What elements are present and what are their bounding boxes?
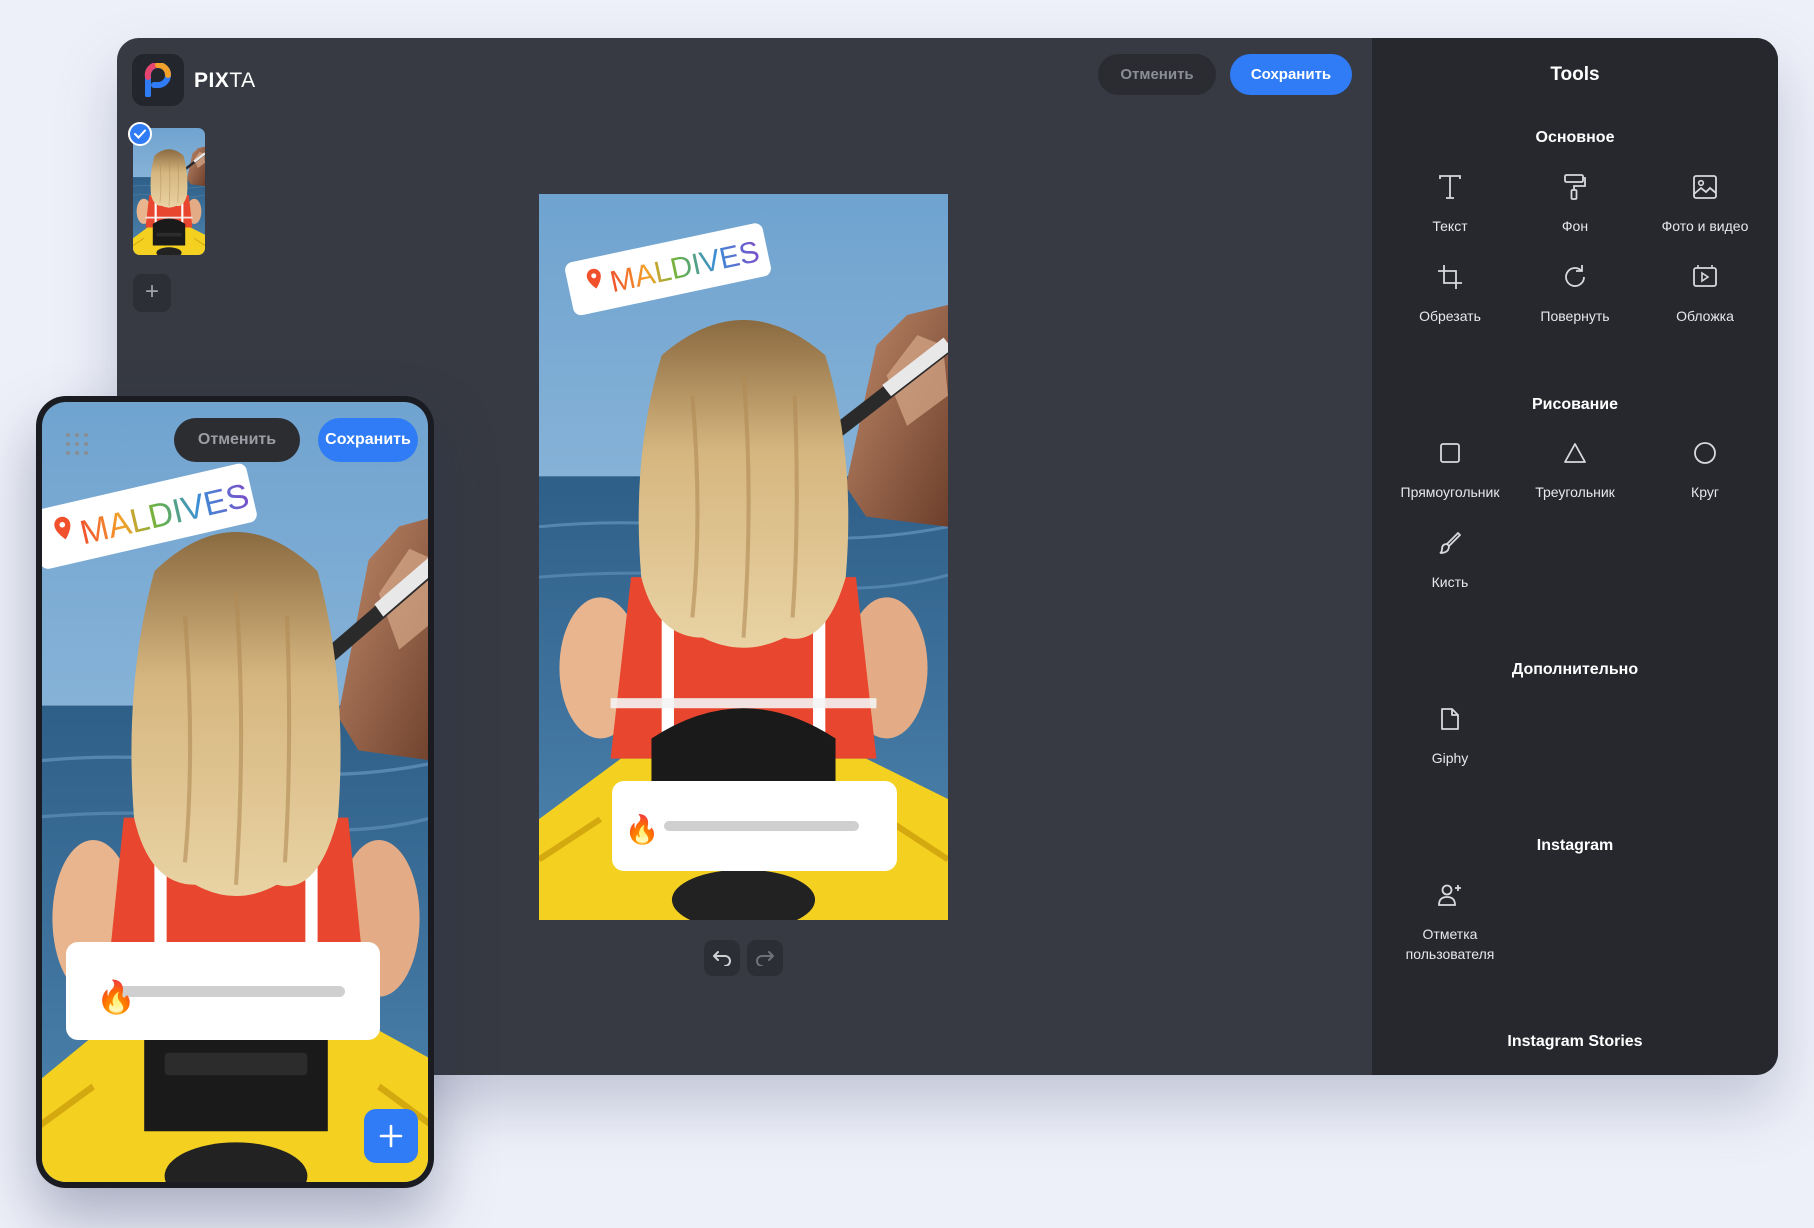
tool-brush[interactable]: Кисть (1385, 528, 1515, 592)
paint-roller-icon (1564, 174, 1586, 200)
crop-icon (1438, 265, 1462, 289)
tools-panel: Tools Основное Текст Фон Фото и видео Об… (1372, 38, 1778, 1075)
text-icon (1439, 175, 1461, 199)
section-stories-title: Instagram Stories (1507, 1033, 1643, 1050)
app-name: PIXTA (194, 69, 256, 92)
slide-thumbnail[interactable] (133, 128, 205, 255)
story-photo: MALDIVES 🔥 (539, 194, 948, 920)
rotate-icon (1565, 265, 1585, 287)
save-button[interactable]: Сохранить (1230, 54, 1352, 95)
image-icon (1693, 175, 1717, 199)
mobile-cancel-button[interactable]: Отменить (174, 418, 300, 462)
cancel-button[interactable]: Отменить (1098, 54, 1216, 95)
file-icon (1441, 708, 1459, 730)
user-tag-icon (1438, 884, 1461, 906)
add-slide-button[interactable]: + (133, 274, 171, 312)
tool-crop[interactable]: Обрезать (1385, 262, 1515, 326)
plus-icon (379, 1124, 403, 1148)
grid-menu-icon[interactable] (64, 431, 90, 457)
pixta-logo-icon (144, 63, 171, 97)
redo-button[interactable] (747, 940, 783, 976)
mobile-preview: MALDIVES 🔥 Отменить Сохранить (36, 396, 434, 1188)
tool-rotate[interactable]: Повернуть (1510, 262, 1640, 326)
section-extra-title: Дополнительно (1511, 661, 1639, 678)
undo-icon (713, 951, 731, 966)
tool-rectangle[interactable]: Прямоугольник (1385, 438, 1515, 502)
tool-giphy[interactable]: Giphy (1385, 704, 1515, 768)
rectangle-icon (1440, 443, 1460, 463)
tool-text[interactable]: Текст (1385, 172, 1515, 236)
redo-icon (756, 951, 774, 966)
circle-icon (1694, 442, 1716, 464)
selected-check-icon (128, 122, 152, 146)
section-instagram-title: Instagram (1536, 837, 1614, 854)
tools-title: Tools (1550, 64, 1600, 85)
section-drawing-title: Рисование (1531, 396, 1619, 413)
section-basic-title: Основное (1535, 129, 1615, 146)
cover-icon (1693, 265, 1717, 287)
mobile-add-button[interactable] (364, 1109, 418, 1163)
tool-cover[interactable]: Обложка (1640, 262, 1770, 326)
mobile-story-photo: MALDIVES 🔥 (42, 402, 428, 1182)
mobile-emoji-slider-sticker[interactable]: 🔥 (66, 942, 380, 1040)
emoji-slider-sticker[interactable]: 🔥 (612, 781, 897, 871)
app-logo (132, 54, 184, 106)
brush-icon (1439, 532, 1461, 554)
svg-text:🔥: 🔥 (625, 813, 660, 846)
story-canvas[interactable]: MALDIVES 🔥 (539, 194, 948, 920)
tool-circle[interactable]: Круг (1640, 438, 1770, 502)
svg-text:🔥: 🔥 (96, 979, 136, 1015)
tool-photo-video[interactable]: Фото и видео (1640, 172, 1770, 236)
tool-user-tag[interactable]: Отметка пользователя (1385, 880, 1515, 964)
mobile-save-button[interactable]: Сохранить (318, 418, 418, 462)
tool-triangle[interactable]: Треугольник (1510, 438, 1640, 502)
tool-background[interactable]: Фон (1510, 172, 1640, 236)
triangle-icon (1564, 443, 1586, 463)
mobile-screen: MALDIVES 🔥 Отменить Сохранить (42, 402, 428, 1182)
undo-button[interactable] (704, 940, 740, 976)
